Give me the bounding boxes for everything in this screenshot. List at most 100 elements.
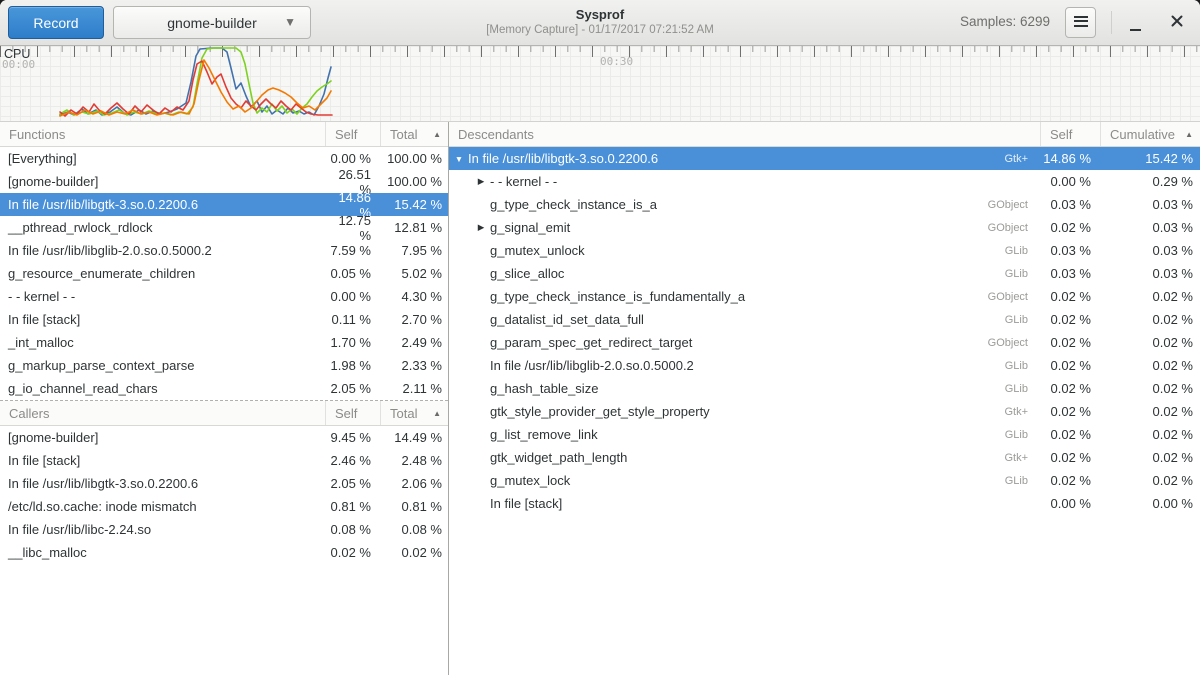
sort-ascending-icon: ▲ [1185, 130, 1193, 139]
library-tag: GObject [988, 199, 1040, 211]
table-row[interactable]: g_io_channel_read_chars2.05 %2.11 % [0, 377, 448, 400]
tree-row[interactable]: g_param_spec_get_redirect_targetGObject0… [449, 331, 1200, 354]
function-name: [gnome-builder] [0, 174, 325, 189]
self-percent: 9.45 % [325, 430, 380, 445]
total-percent: 2.11 % [380, 381, 448, 396]
table-row[interactable]: __libc_malloc0.02 %0.02 % [0, 541, 448, 564]
descendants-cumulative-label: Cumulative [1110, 127, 1175, 142]
self-percent: 0.02 % [1040, 427, 1100, 442]
descendants-self-column-header[interactable]: Self [1040, 122, 1100, 146]
tree-row[interactable]: g_type_check_instance_is_fundamentally_a… [449, 285, 1200, 308]
total-percent: 2.06 % [380, 476, 448, 491]
tree-row[interactable]: ▼In file /usr/lib/libgtk-3.so.0.2200.6Gt… [449, 147, 1200, 170]
function-name: _int_malloc [0, 335, 325, 350]
tree-row[interactable]: gtk_widget_path_lengthGtk+0.02 %0.02 % [449, 446, 1200, 469]
table-row[interactable]: [gnome-builder]9.45 %14.49 % [0, 426, 448, 449]
close-button[interactable] [1162, 7, 1192, 38]
expander-closed-icon[interactable]: ▶ [475, 176, 487, 187]
self-percent: 0.00 % [1040, 174, 1100, 189]
cumulative-percent: 0.02 % [1100, 335, 1200, 350]
tree-row[interactable]: g_slice_allocGLib0.03 %0.03 % [449, 262, 1200, 285]
self-percent: 0.02 % [1040, 289, 1100, 304]
library-tag: GObject [988, 222, 1040, 234]
function-name: g_type_check_instance_is_fundamentally_a [487, 289, 988, 304]
functions-column-header[interactable]: Functions [0, 127, 325, 142]
record-button[interactable]: Record [8, 6, 104, 39]
descendants-column-header[interactable]: Descendants [449, 127, 1040, 142]
tree-row[interactable]: ▶- - kernel - -0.00 %0.29 % [449, 170, 1200, 193]
table-row[interactable]: __pthread_rwlock_rdlock12.75 %12.81 % [0, 216, 448, 239]
tree-row[interactable]: g_type_check_instance_is_aGObject0.03 %0… [449, 193, 1200, 216]
descendants-cumulative-column-header[interactable]: Cumulative ▲ [1100, 122, 1200, 146]
tree-row[interactable]: g_hash_table_sizeGLib0.02 %0.02 % [449, 377, 1200, 400]
cumulative-percent: 0.29 % [1100, 174, 1200, 189]
self-percent: 0.02 % [1040, 358, 1100, 373]
table-row[interactable]: _int_malloc1.70 %2.49 % [0, 331, 448, 354]
self-percent: 12.75 % [325, 213, 380, 243]
table-row[interactable]: g_resource_enumerate_children0.05 %5.02 … [0, 262, 448, 285]
sysprof-window: Record gnome-builder ▼ Sysprof [Memory C… [0, 0, 1200, 675]
tree-row[interactable]: g_mutex_lockGLib0.02 %0.02 % [449, 469, 1200, 492]
menu-button[interactable] [1065, 7, 1096, 38]
function-name: In file /usr/lib/libgtk-3.so.0.2200.6 [0, 476, 325, 491]
tree-row[interactable]: g_list_remove_linkGLib0.02 %0.02 % [449, 423, 1200, 446]
tree-row[interactable]: g_mutex_unlockGLib0.03 %0.03 % [449, 239, 1200, 262]
tree-row[interactable]: In file /usr/lib/libglib-2.0.so.0.5000.2… [449, 354, 1200, 377]
library-tag: GLib [1005, 429, 1040, 441]
callers-column-header[interactable]: Callers [0, 406, 325, 421]
callers-total-column-header[interactable]: Total ▲ [380, 401, 448, 425]
table-row[interactable]: In file /usr/lib/libc-2.24.so0.08 %0.08 … [0, 518, 448, 541]
total-percent: 15.42 % [380, 197, 448, 212]
total-percent: 5.02 % [380, 266, 448, 281]
descendants-pane: Descendants Self Cumulative ▲ ▼In file /… [449, 122, 1200, 675]
process-selector-dropdown[interactable]: gnome-builder ▼ [113, 6, 311, 39]
table-row[interactable]: In file /usr/lib/libgtk-3.so.0.2200.62.0… [0, 472, 448, 495]
header-bar: Record gnome-builder ▼ Sysprof [Memory C… [0, 0, 1200, 46]
self-percent: 0.02 % [1040, 381, 1100, 396]
cumulative-percent: 0.02 % [1100, 289, 1200, 304]
expander-open-icon[interactable]: ▼ [453, 154, 465, 164]
table-row[interactable]: In file /usr/lib/libglib-2.0.so.0.5000.2… [0, 239, 448, 262]
tree-row[interactable]: gtk_style_provider_get_style_propertyGtk… [449, 400, 1200, 423]
table-row[interactable]: [gnome-builder]26.51 %100.00 % [0, 170, 448, 193]
self-percent: 0.00 % [325, 151, 380, 166]
cumulative-percent: 0.02 % [1100, 358, 1200, 373]
functions-self-column-header[interactable]: Self [325, 122, 380, 146]
callers-self-column-header[interactable]: Self [325, 401, 380, 425]
cpu-graph[interactable]: CPU 00:00 00:30 [0, 46, 1200, 122]
table-row[interactable]: /etc/ld.so.cache: inode mismatch0.81 %0.… [0, 495, 448, 518]
functions-table: [Everything]0.00 %100.00 %[gnome-builder… [0, 147, 448, 400]
table-row[interactable]: - - kernel - -0.00 %4.30 % [0, 285, 448, 308]
total-percent: 100.00 % [380, 151, 448, 166]
tree-row[interactable]: In file [stack]0.00 %0.00 % [449, 492, 1200, 515]
table-row[interactable]: g_markup_parse_context_parse1.98 %2.33 % [0, 354, 448, 377]
functions-total-column-header[interactable]: Total ▲ [380, 122, 448, 146]
expander-closed-icon[interactable]: ▶ [475, 222, 487, 233]
library-tag: GObject [988, 291, 1040, 303]
function-name: In file /usr/lib/libgtk-3.so.0.2200.6 [465, 151, 1004, 166]
window-title-block: Sysprof [Memory Capture] - 01/17/2017 07… [400, 6, 800, 38]
self-percent: 0.03 % [1040, 197, 1100, 212]
cpu-blue-line [60, 48, 331, 115]
total-percent: 4.30 % [380, 289, 448, 304]
table-row[interactable]: In file [stack]0.11 %2.70 % [0, 308, 448, 331]
self-percent: 14.86 % [1040, 151, 1100, 166]
total-percent: 7.95 % [380, 243, 448, 258]
table-row[interactable]: [Everything]0.00 %100.00 % [0, 147, 448, 170]
minimize-button[interactable] [1120, 7, 1150, 38]
tree-row[interactable]: ▶g_signal_emitGObject0.02 %0.03 % [449, 216, 1200, 239]
library-tag: Gtk+ [1004, 153, 1040, 165]
self-percent: 2.05 % [325, 476, 380, 491]
left-pane: Functions Self Total ▲ [Everything]0.00 … [0, 122, 448, 675]
self-percent: 0.08 % [325, 522, 380, 537]
total-percent: 0.81 % [380, 499, 448, 514]
function-name: [gnome-builder] [0, 430, 325, 445]
table-row[interactable]: In file [stack]2.46 %2.48 % [0, 449, 448, 472]
cumulative-percent: 0.02 % [1100, 450, 1200, 465]
tree-row[interactable]: g_datalist_id_set_data_fullGLib0.02 %0.0… [449, 308, 1200, 331]
table-row[interactable]: In file /usr/lib/libgtk-3.so.0.2200.614.… [0, 193, 448, 216]
descendants-table: ▼In file /usr/lib/libgtk-3.so.0.2200.6Gt… [449, 147, 1200, 515]
function-name: - - kernel - - [0, 289, 325, 304]
cumulative-percent: 0.02 % [1100, 381, 1200, 396]
function-name: g_io_channel_read_chars [0, 381, 325, 396]
